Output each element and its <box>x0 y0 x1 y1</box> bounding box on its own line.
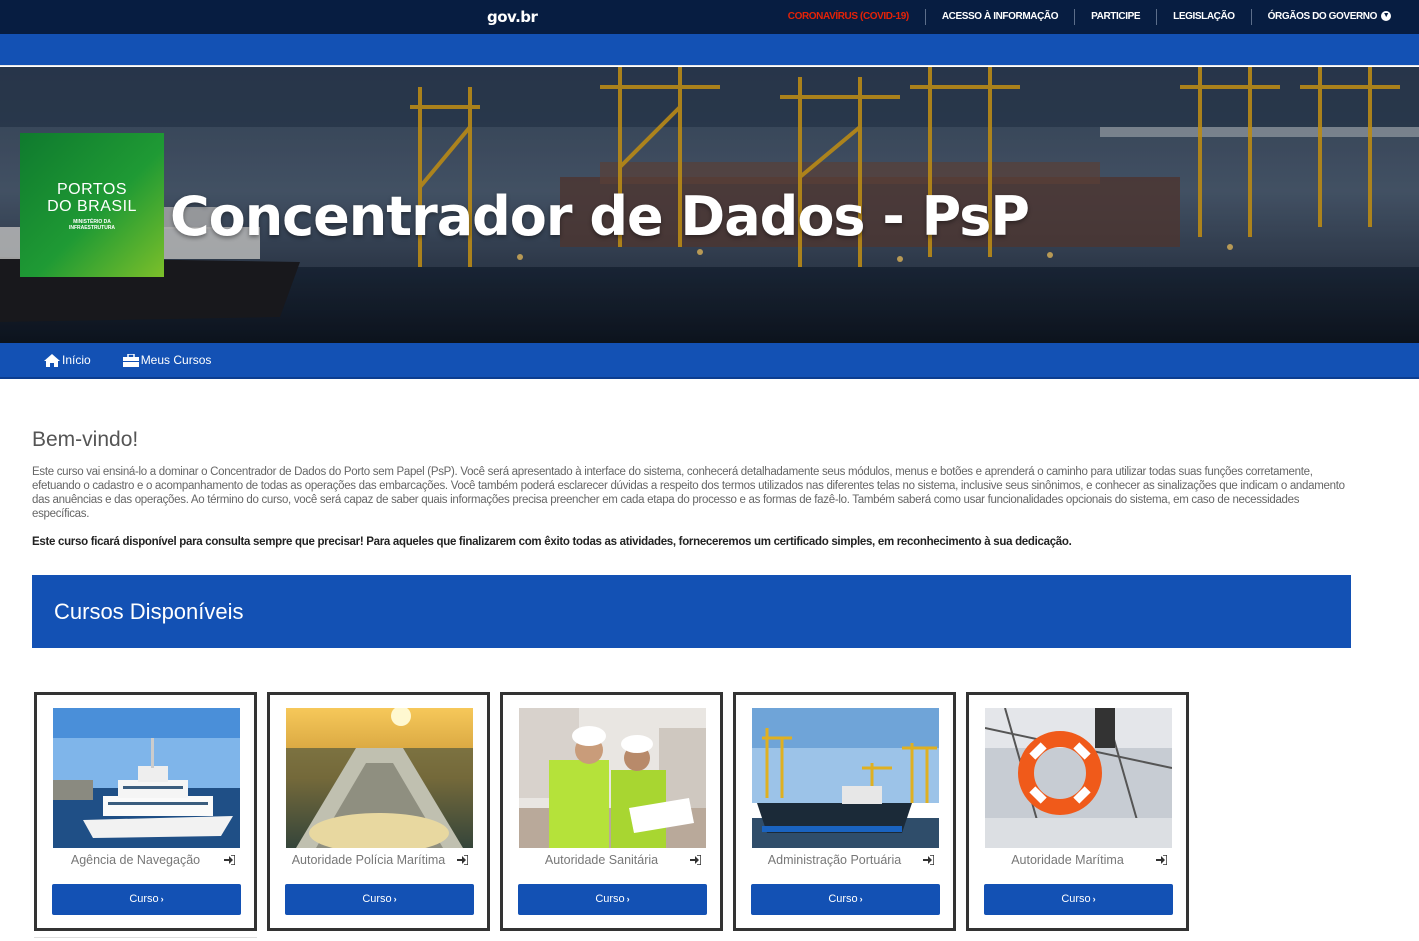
chevron-right-icon: › <box>1092 894 1096 904</box>
cursos-banner: Cursos Disponíveis <box>32 575 1351 648</box>
chevron-down-icon: ▼ <box>1381 11 1391 22</box>
course-image-ship-bow-sunset <box>286 708 473 848</box>
curso-button[interactable]: Curso › <box>518 884 707 915</box>
sign-in-icon[interactable] <box>923 855 934 865</box>
orgaos-governo-label: ÓRGÃOS DO GOVERNO <box>1267 11 1378 22</box>
curso-button-label: Curso <box>828 893 858 905</box>
course-image-lifebuoy <box>985 708 1172 848</box>
nav-meus-cursos[interactable]: Meus Cursos <box>122 353 212 367</box>
curso-button[interactable]: Curso › <box>285 884 474 915</box>
curso-button[interactable]: Curso › <box>52 884 241 915</box>
sign-in-icon[interactable] <box>457 855 468 865</box>
orgaos-governo-link[interactable]: ÓRGÃOS DO GOVERNO ▼ <box>1250 9 1407 25</box>
logo-line-1: PORTOS <box>57 181 127 198</box>
briefcase-icon <box>122 353 139 367</box>
chevron-right-icon: › <box>859 894 863 904</box>
welcome-bold-text: Este curso ficará disponível para consul… <box>32 536 1072 548</box>
chevron-right-icon: › <box>626 894 630 904</box>
curso-button[interactable]: Curso › <box>751 884 940 915</box>
logo-line-2: DO BRASIL <box>47 198 137 215</box>
main-nav: Início Meus Cursos <box>0 343 1419 379</box>
covid-link[interactable]: CORONAVÍRUS (COVID-19) <box>772 9 925 25</box>
curso-button-label: Curso <box>362 893 392 905</box>
course-cards: Agência de Navegação Curso › Autoridade P… <box>34 692 1199 931</box>
legislacao-link[interactable]: LEGISLAÇÃO <box>1156 9 1251 25</box>
course-name: Autoridade Polícia Marítima <box>291 853 446 867</box>
acesso-informacao-link[interactable]: ACESSO À INFORMAÇÃO <box>924 9 1074 25</box>
chevron-right-icon: › <box>160 894 164 904</box>
course-image-cargo-ship-cranes <box>752 708 939 848</box>
blue-strip <box>0 34 1419 66</box>
course-name: Autoridade Marítima <box>1011 853 1124 867</box>
next-row-card-edge <box>34 937 257 941</box>
nav-inicio[interactable]: Início <box>44 353 91 367</box>
chevron-right-icon: › <box>393 894 397 904</box>
govbr-logo[interactable]: gov.br <box>487 8 538 26</box>
welcome-text: Este curso vai ensiná-lo a dominar o Con… <box>32 466 1345 520</box>
nav-meus-cursos-label: Meus Cursos <box>140 353 212 367</box>
nav-inicio-label: Início <box>62 353 91 367</box>
course-image-workers-helmets <box>519 708 706 848</box>
curso-button-label: Curso <box>595 893 625 905</box>
course-name: Autoridade Sanitária <box>544 853 659 867</box>
course-card-autoridade-maritima: Autoridade Marítima Curso › <box>966 692 1189 931</box>
course-name: Administração Portuária <box>767 853 902 867</box>
govbr-top-bar: gov.br CORONAVÍRUS (COVID-19) ACESSO À I… <box>0 0 1419 34</box>
portos-do-brasil-logo: PORTOS DO BRASIL MINISTÉRIO DA INFRAESTR… <box>20 133 164 277</box>
curso-button-label: Curso <box>129 893 159 905</box>
course-card-autoridade-sanitaria: Autoridade Sanitária Curso › <box>500 692 723 931</box>
course-image-cruise-ship <box>53 708 240 848</box>
course-card-administracao-portuaria: Administração Portuária Curso › <box>733 692 956 931</box>
govbr-links: CORONAVÍRUS (COVID-19) ACESSO À INFORMAÇ… <box>772 0 1407 34</box>
curso-button-label: Curso <box>1061 893 1091 905</box>
logo-line-4: INFRAESTRUTURA <box>68 225 116 231</box>
hero-banner: PORTOS DO BRASIL MINISTÉRIO DA INFRAESTR… <box>0 67 1419 343</box>
home-icon <box>44 353 60 367</box>
course-card-policia-maritima: Autoridade Polícia Marítima Curso › <box>267 692 490 931</box>
curso-button[interactable]: Curso › <box>984 884 1173 915</box>
page-title: Concentrador de Dados - PsP <box>170 185 1030 248</box>
sign-in-icon[interactable] <box>1156 855 1167 865</box>
participe-link[interactable]: PARTICIPE <box>1074 9 1156 25</box>
course-name: Agência de Navegação <box>70 853 201 867</box>
welcome-title: Bem-vindo! <box>32 428 139 451</box>
sign-in-icon[interactable] <box>224 855 235 865</box>
course-card-agencia-navegacao: Agência de Navegação Curso › <box>34 692 257 931</box>
cursos-title: Cursos Disponíveis <box>54 599 244 624</box>
sign-in-icon[interactable] <box>690 855 701 865</box>
